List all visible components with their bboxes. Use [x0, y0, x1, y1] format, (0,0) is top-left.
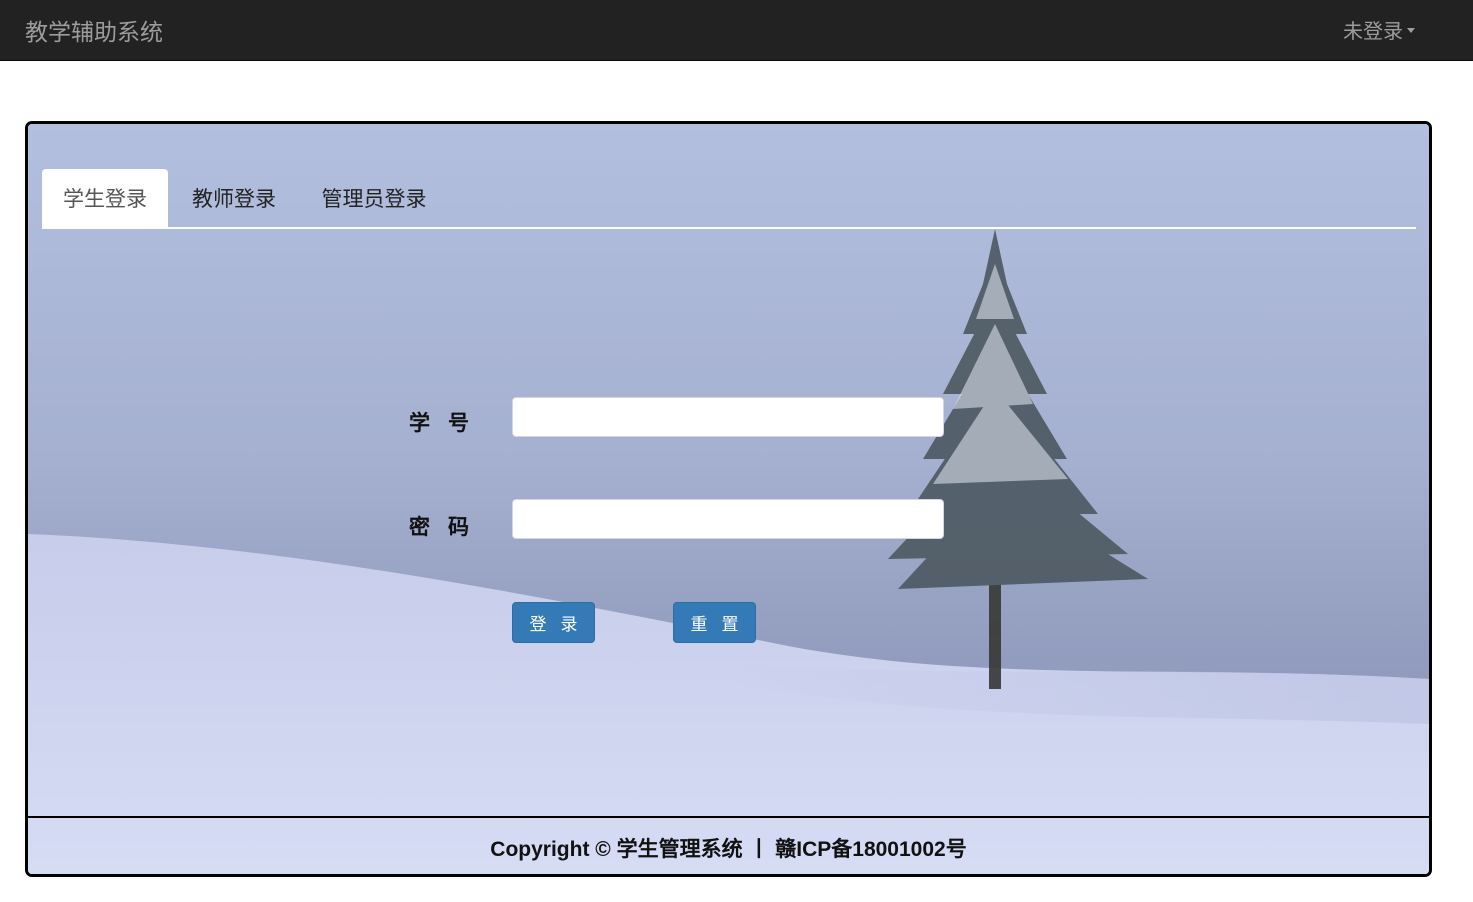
copyright-text: Copyright © 学生管理系统 丨 赣ICP备18001002号 [490, 837, 967, 861]
tab-teacher-login[interactable]: 教师登录 [178, 169, 290, 227]
login-tabs: 学生登录 教师登录 管理员登录 [42, 169, 1416, 229]
password-input[interactable] [512, 499, 944, 539]
reset-button[interactable]: 重置 [673, 602, 756, 643]
login-button[interactable]: 登录 [512, 602, 595, 643]
student-id-input[interactable] [512, 397, 944, 437]
login-panel: 学生登录 教师登录 管理员登录 学号 密码 登录 重置 Copyright © … [25, 121, 1432, 877]
brand-title[interactable]: 教学辅助系统 [25, 13, 163, 47]
tab-admin-login[interactable]: 管理员登录 [306, 169, 442, 227]
user-menu-dropdown[interactable]: 未登录 [1343, 15, 1415, 44]
caret-down-icon [1407, 28, 1415, 33]
navbar: 教学辅助系统 未登录 [0, 0, 1473, 61]
student-id-label: 学号 [409, 411, 487, 435]
tab-student-login[interactable]: 学生登录 [42, 169, 168, 227]
page-footer: Copyright © 学生管理系统 丨 赣ICP备18001002号 [28, 816, 1429, 874]
password-label: 密码 [409, 515, 487, 539]
user-menu-label: 未登录 [1343, 19, 1403, 43]
